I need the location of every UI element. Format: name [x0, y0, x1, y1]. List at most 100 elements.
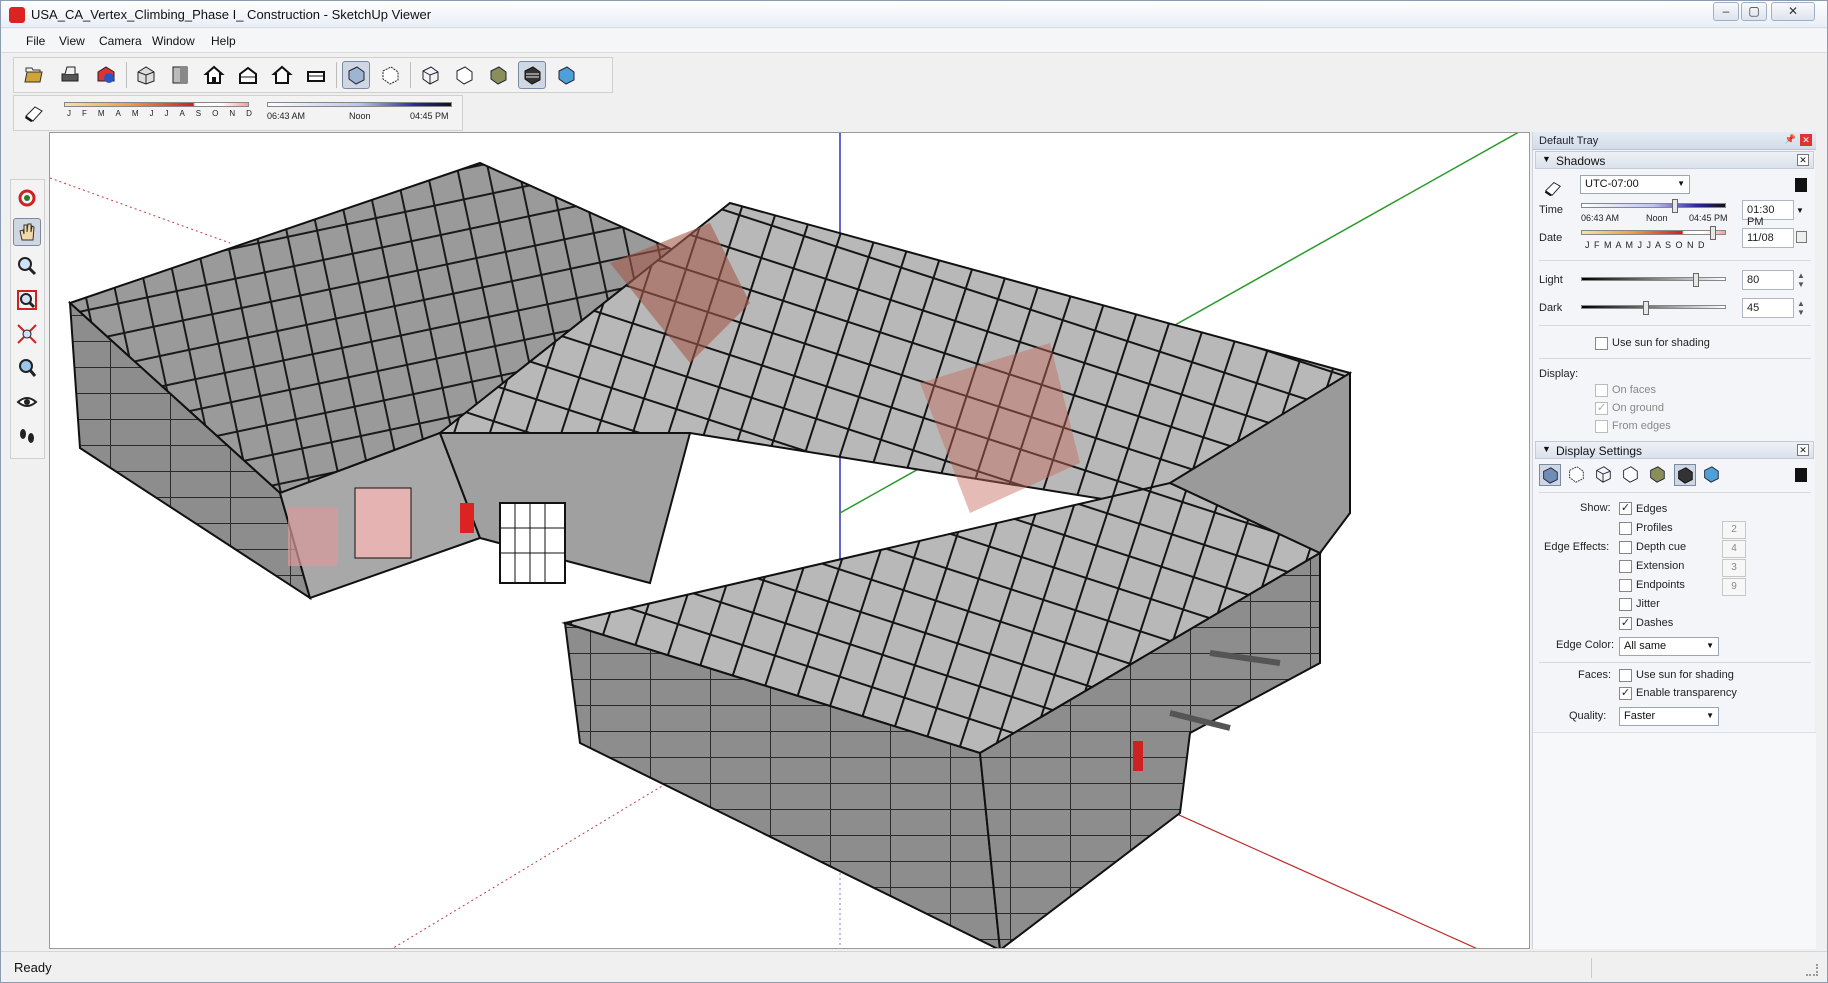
time-field[interactable]: 01:30 PM [1742, 200, 1794, 228]
shaded-textures-icon[interactable] [518, 61, 546, 89]
dark-label: Dark [1539, 302, 1563, 314]
dark-spinner-icon[interactable]: ▲ ▼ [1797, 299, 1805, 317]
front-view-icon[interactable] [200, 61, 228, 89]
hidden-line-icon[interactable] [450, 61, 478, 89]
shaded-icon[interactable] [484, 61, 512, 89]
toolbar-time-end: 04:45 PM [410, 111, 449, 121]
time-slider-track[interactable] [1581, 199, 1726, 213]
dark-slider[interactable] [1581, 301, 1726, 315]
on-faces-label: On faces [1612, 384, 1657, 396]
shadow-toggle-icon[interactable] [20, 99, 48, 127]
xray-icon[interactable] [1539, 464, 1561, 486]
extension-checkbox[interactable] [1619, 560, 1632, 573]
previous-view-icon[interactable] [13, 354, 41, 382]
shaded-icon[interactable] [1647, 464, 1669, 486]
depth-cue-checkbox[interactable] [1619, 541, 1632, 554]
zoom-extents-icon[interactable] [13, 320, 41, 348]
edges-checkbox[interactable]: ✓ [1619, 502, 1632, 515]
endpoints-label: Endpoints [1636, 579, 1685, 591]
jitter-checkbox[interactable] [1619, 598, 1632, 611]
faces-label: Faces: [1578, 669, 1612, 681]
light-field[interactable]: 80 [1742, 270, 1794, 290]
details-toggle-icon[interactable] [1795, 468, 1807, 482]
time-end: 04:45 PM [1689, 213, 1728, 223]
iso-view-icon[interactable] [132, 61, 160, 89]
profiles-checkbox[interactable] [1619, 522, 1632, 535]
profiles-value[interactable]: 2 [1722, 521, 1746, 539]
walk-icon[interactable] [13, 422, 41, 450]
date-field[interactable]: 11/08 [1742, 228, 1794, 248]
wireframe-icon[interactable] [416, 61, 444, 89]
timezone-select[interactable]: UTC-07:00 ▼ [1580, 175, 1690, 194]
on-ground-checkbox[interactable]: ✓ [1595, 402, 1608, 415]
use-sun-checkbox[interactable] [1595, 337, 1608, 350]
right-view-icon[interactable] [234, 61, 262, 89]
date-slider-knob[interactable] [1710, 226, 1716, 240]
light-label: Light [1539, 274, 1563, 286]
depth-cue-value[interactable]: 4 [1722, 540, 1746, 558]
light-slider[interactable] [1581, 273, 1726, 287]
monochrome-icon[interactable] [552, 61, 580, 89]
edge-color-select[interactable]: All same ▼ [1619, 637, 1719, 656]
depth-cue-label: Depth cue [1636, 541, 1687, 553]
shadows-section-header[interactable]: ▼ Shadows ✕ [1535, 151, 1814, 169]
display-settings-close-icon[interactable]: ✕ [1797, 444, 1809, 456]
zoom-window-icon[interactable] [13, 286, 41, 314]
tray-close-icon[interactable]: ✕ [1800, 134, 1812, 146]
look-around-icon[interactable] [13, 388, 41, 416]
dashes-checkbox[interactable]: ✓ [1619, 617, 1632, 630]
top-view-icon[interactable] [166, 61, 194, 89]
light-spinner-icon[interactable]: ▲ ▼ [1797, 271, 1805, 289]
time-slider[interactable] [267, 102, 452, 107]
endpoints-checkbox[interactable] [1619, 579, 1632, 592]
extension-value[interactable]: 3 [1722, 559, 1746, 577]
left-view-icon[interactable] [302, 61, 330, 89]
open-icon[interactable] [20, 61, 48, 89]
resize-grip-icon[interactable] [1806, 964, 1818, 976]
monochrome-icon[interactable] [1701, 464, 1723, 486]
transparency-checkbox[interactable]: ✓ [1619, 687, 1632, 700]
calendar-icon[interactable] [1796, 231, 1807, 243]
shaded-textures-icon[interactable] [1674, 464, 1696, 486]
pin-icon[interactable]: 📌 [1785, 134, 1796, 145]
model-info-icon[interactable] [92, 61, 120, 89]
endpoints-value[interactable]: 9 [1722, 578, 1746, 596]
menu-file[interactable]: File [26, 34, 45, 48]
minimize-button[interactable]: – [1713, 2, 1739, 21]
date-slider[interactable] [64, 102, 249, 107]
wireframe-icon[interactable] [1593, 464, 1615, 486]
menu-help[interactable]: Help [211, 34, 236, 48]
close-button[interactable]: ✕ [1771, 2, 1815, 21]
shadows-close-icon[interactable]: ✕ [1797, 154, 1809, 166]
menu-view[interactable]: View [59, 34, 85, 48]
time-noon: Noon [1646, 213, 1668, 223]
shadow-toggle-icon[interactable] [1543, 178, 1563, 198]
back-edges-icon[interactable] [1566, 464, 1588, 486]
quality-select[interactable]: Faster ▼ [1619, 707, 1719, 726]
faces-use-sun-checkbox[interactable] [1619, 669, 1632, 682]
date-slider-track[interactable] [1581, 226, 1726, 240]
display-settings-header[interactable]: ▼ Display Settings ✕ [1535, 441, 1814, 459]
model-viewport[interactable] [49, 132, 1530, 949]
from-edges-checkbox[interactable] [1595, 420, 1608, 433]
hidden-line-icon[interactable] [1620, 464, 1642, 486]
menu-camera[interactable]: Camera [99, 34, 142, 48]
dark-field[interactable]: 45 [1742, 298, 1794, 318]
maximize-button[interactable]: ▢ [1741, 2, 1767, 21]
orbit-icon[interactable] [13, 184, 41, 212]
dark-slider-knob[interactable] [1643, 301, 1649, 315]
status-bar: Ready [1, 951, 1827, 982]
time-slider-knob[interactable] [1672, 199, 1678, 213]
xray-icon[interactable] [342, 61, 370, 89]
print-icon[interactable] [56, 61, 84, 89]
on-faces-checkbox[interactable] [1595, 384, 1608, 397]
time-dropdown-icon[interactable]: ▼ [1796, 206, 1804, 215]
light-slider-knob[interactable] [1693, 273, 1699, 287]
back-view-icon[interactable] [268, 61, 296, 89]
details-toggle-icon[interactable] [1795, 178, 1807, 192]
pan-icon[interactable] [13, 218, 41, 246]
back-edges-icon[interactable] [376, 61, 404, 89]
status-text: Ready [14, 960, 52, 975]
zoom-icon[interactable] [13, 252, 41, 280]
menu-window[interactable]: Window [152, 34, 195, 48]
